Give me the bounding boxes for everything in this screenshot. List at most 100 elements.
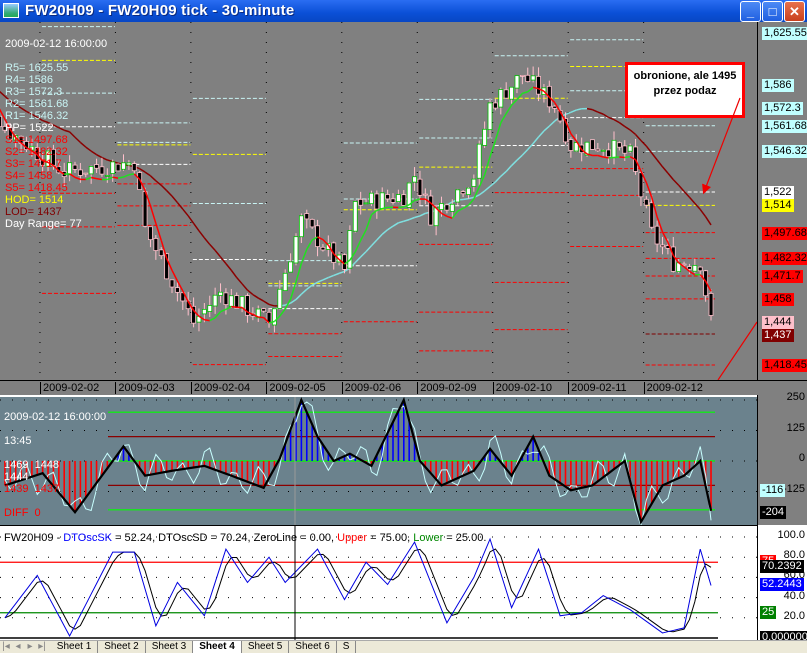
candle-body <box>482 128 488 146</box>
slow-ma-segment <box>300 288 308 295</box>
candle-body <box>223 292 229 305</box>
price-label: 1,418.45 <box>762 358 807 372</box>
first-sheet-button[interactable]: |◂ <box>0 641 12 652</box>
tab-sheet-2[interactable]: Sheet 2 <box>98 641 146 653</box>
stochastic-scale[interactable]: 100.080.060.040.020.07570.239252.2443250… <box>757 525 807 644</box>
slow-ma-segment <box>694 202 701 210</box>
osc-row2: 1444 <box>4 471 29 483</box>
slow-ma-segment <box>144 171 151 177</box>
candle-body <box>643 198 649 206</box>
slow-ma-segment <box>160 184 168 192</box>
slow-ma-segment <box>565 111 572 116</box>
candle-body <box>67 162 73 176</box>
fast-ma-segment <box>467 198 475 206</box>
candle-body <box>363 202 369 205</box>
last-sheet-button[interactable]: ▸| <box>36 641 48 652</box>
dtosc-panel[interactable]: 2009-02-12 16:00:00 13:45 1469 1448 1444… <box>0 395 757 525</box>
minimize-button[interactable]: _ <box>740 1 761 22</box>
candle-body <box>412 176 417 183</box>
price-label: 1,561.68 <box>762 119 807 133</box>
fast-ma-segment <box>661 231 669 243</box>
annotation-text: obronione, ale 1495 przez podaz <box>633 70 737 97</box>
fast-ma-segment <box>451 210 459 219</box>
slow-ma-segment <box>484 185 491 192</box>
slow-ma-segment <box>537 130 545 138</box>
candle-body <box>158 249 164 257</box>
slow-ma-segment <box>214 249 222 258</box>
slow-ma-segment <box>381 229 389 235</box>
candle-body <box>239 296 245 309</box>
prev-sheet-button[interactable]: ◂ <box>12 641 24 652</box>
stoch-lower-value: = 25.00. <box>443 532 487 544</box>
fast-ma-segment <box>527 86 534 93</box>
tab-sheet-5[interactable]: Sheet 5 <box>242 641 290 653</box>
fast-ma-segment <box>204 318 210 322</box>
fast-ma-segment <box>128 173 135 176</box>
stoch-k-line <box>4 537 712 638</box>
stoch-scale-label: 40.0 <box>783 589 805 602</box>
fast-ma-segment <box>74 176 81 181</box>
stoch-value-label: 52.2443 <box>760 578 804 592</box>
pivot-level-label: S5= 1418.45 <box>5 182 68 194</box>
tab-sheet-3[interactable]: Sheet 3 <box>146 641 194 653</box>
candle-body <box>83 172 89 175</box>
candle-body <box>277 288 283 309</box>
slow-ma-segment <box>365 245 372 253</box>
fast-ma-segment <box>483 156 491 176</box>
tab-sheet-1[interactable]: Sheet 1 <box>51 641 99 653</box>
price-chart[interactable]: 2009-02-12 16:00:00 R5= 1625.55 R4= 1586 R… <box>0 22 757 380</box>
fast-ma-segment <box>645 182 653 198</box>
slow-ma-segment <box>149 175 157 182</box>
slow-ma-segment <box>570 109 577 114</box>
annotation-note[interactable]: obronione, ale 1495 przez podaz <box>625 62 745 118</box>
candle-body <box>395 194 401 202</box>
slow-ma-segment <box>532 136 540 144</box>
fast-ma-segment <box>295 263 303 283</box>
overlay-timestamp: 2009-02-12 16:00:00 <box>5 38 108 50</box>
candle-body <box>390 198 396 203</box>
price-scale[interactable]: 1,625.55 1,586 1,572.3 1,561.68 1,546.32 1,52… <box>757 22 807 380</box>
maximize-button[interactable]: □ <box>762 1 783 22</box>
candle-body <box>72 164 78 170</box>
fast-ma-segment <box>603 156 609 159</box>
slow-ma-segment <box>403 218 410 222</box>
price-label: 1,522 <box>762 186 794 200</box>
candle-body <box>697 266 703 272</box>
candle-body <box>201 308 207 315</box>
pivot-level-label: PP= 1522 <box>5 122 54 134</box>
slow-ma-segment <box>79 141 87 148</box>
slow-ma-segment <box>592 108 599 113</box>
slow-ma-segment <box>209 243 216 251</box>
candle-body <box>503 89 509 99</box>
tab-sheet-6[interactable]: Sheet 6 <box>289 641 337 653</box>
slow-ma-segment <box>252 293 259 299</box>
tab-sheet-4[interactable]: Sheet 4 <box>193 641 242 653</box>
candle-body <box>498 89 504 108</box>
slow-ma-segment <box>166 190 173 197</box>
close-button[interactable]: ✕ <box>784 1 805 22</box>
pivot-level-label: S3= 1471.7 <box>5 158 62 170</box>
candle-body <box>493 102 498 109</box>
slow-ma-segment <box>500 170 507 177</box>
fast-ma-segment <box>689 270 696 276</box>
fast-ma-segment <box>64 172 70 175</box>
fast-ma-segment <box>624 155 631 159</box>
candle-body <box>600 149 606 152</box>
fast-ma-segment <box>457 207 464 212</box>
slow-ma-segment <box>198 230 205 239</box>
tab-sheet-7[interactable]: S <box>337 641 357 653</box>
fast-ma-segment <box>209 317 216 322</box>
slow-ma-segment <box>203 237 211 245</box>
next-sheet-button[interactable]: ▸ <box>24 641 36 652</box>
osc-value-label: -116 <box>760 484 786 498</box>
stoch-scale-label: 100.0 <box>777 529 805 541</box>
slow-ma-segment <box>225 263 232 271</box>
candle-body <box>638 172 644 198</box>
osc-scale[interactable]: 250 125 0 -125 -116 -204 <box>757 391 807 525</box>
osc-diff: DIFF 0 <box>4 507 41 519</box>
slow-ma-segment <box>629 129 637 136</box>
candle-body <box>121 162 126 170</box>
candle-body <box>627 145 633 152</box>
stochastic-panel[interactable]: FW20H09 - DTOscSK = 52.24, DTOscSD = 70.… <box>0 525 757 640</box>
candle-body <box>352 201 358 232</box>
